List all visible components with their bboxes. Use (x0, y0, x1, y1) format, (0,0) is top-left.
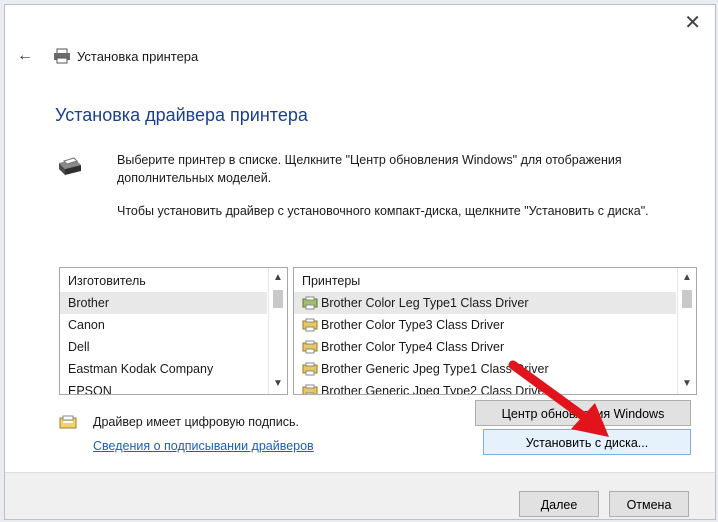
scroll-up-icon[interactable]: ▲ (269, 270, 287, 286)
manufacturer-scrollbar[interactable]: ▲ ▼ (268, 268, 287, 394)
printer-icon (54, 48, 70, 64)
driver-printer-icon (302, 384, 318, 394)
driver-printer-icon (302, 362, 318, 376)
driver-signing-link[interactable]: Сведения о подписывании драйверов (93, 439, 314, 453)
scroll-down-icon[interactable]: ▼ (678, 376, 696, 392)
printer-driver-label: Brother Color Leg Type1 Class Driver (321, 296, 529, 310)
printer-driver-item[interactable]: Brother Color Leg Type1 Class Driver (294, 292, 676, 314)
scroll-thumb[interactable] (273, 290, 283, 308)
manufacturer-item[interactable]: Dell (60, 336, 287, 358)
manufacturer-item[interactable]: Canon (60, 314, 287, 336)
printers-header: Принтеры (302, 274, 361, 288)
printer-scrollbar[interactable]: ▲ ▼ (677, 268, 696, 394)
manufacturer-item[interactable]: Brother (60, 292, 267, 314)
scroll-thumb[interactable] (682, 290, 692, 308)
printer-driver-item[interactable]: Brother Generic Jpeg Type1 Class Driver (294, 358, 696, 380)
install-from-disk-hint: Чтобы установить драйвер с установочного… (117, 204, 649, 218)
manufacturer-item[interactable]: Eastman Kodak Company (60, 358, 287, 380)
manufacturer-listbox[interactable]: Изготовитель Brother Canon Dell Eastman … (59, 267, 288, 395)
back-arrow-icon[interactable]: ← (17, 47, 37, 65)
printer-illustration-icon (59, 157, 81, 175)
instruction-text: Выберите принтер в списке. Щелкните "Цен… (117, 153, 622, 185)
scroll-up-icon[interactable]: ▲ (678, 270, 696, 286)
printer-driver-item[interactable]: Brother Generic Jpeg Type2 Class Driver (294, 380, 696, 394)
manufacturer-item[interactable]: EPSON (60, 380, 287, 394)
driver-printer-icon (302, 318, 318, 332)
signed-driver-icon (59, 415, 77, 429)
printer-listbox[interactable]: Принтеры Brother Color Leg Type1 Class D… (293, 267, 697, 395)
scroll-down-icon[interactable]: ▼ (269, 376, 287, 392)
driver-printer-icon (302, 340, 318, 354)
printer-driver-label: Brother Color Type3 Class Driver (321, 318, 505, 332)
red-annotation-arrow-icon (508, 360, 609, 437)
printer-driver-item[interactable]: Brother Color Type3 Class Driver (294, 314, 696, 336)
next-button[interactable]: Далее (519, 491, 599, 517)
signature-status: Драйвер имеет цифровую подпись. (93, 415, 300, 429)
driver-printer-icon (302, 296, 318, 310)
printer-driver-item[interactable]: Brother Color Type4 Class Driver (294, 336, 696, 358)
add-printer-window: ✕ ← Установка принтера Установка драйвер… (4, 4, 716, 520)
wizard-title: Установка принтера (77, 48, 199, 64)
title-bar: ← Установка принтера (17, 47, 198, 65)
close-icon[interactable]: ✕ (684, 13, 701, 33)
manufacturer-header: Изготовитель (68, 274, 146, 288)
printer-driver-label: Brother Color Type4 Class Driver (321, 340, 505, 354)
cancel-button[interactable]: Отмена (609, 491, 689, 517)
page-heading: Установка драйвера принтера (55, 105, 308, 125)
